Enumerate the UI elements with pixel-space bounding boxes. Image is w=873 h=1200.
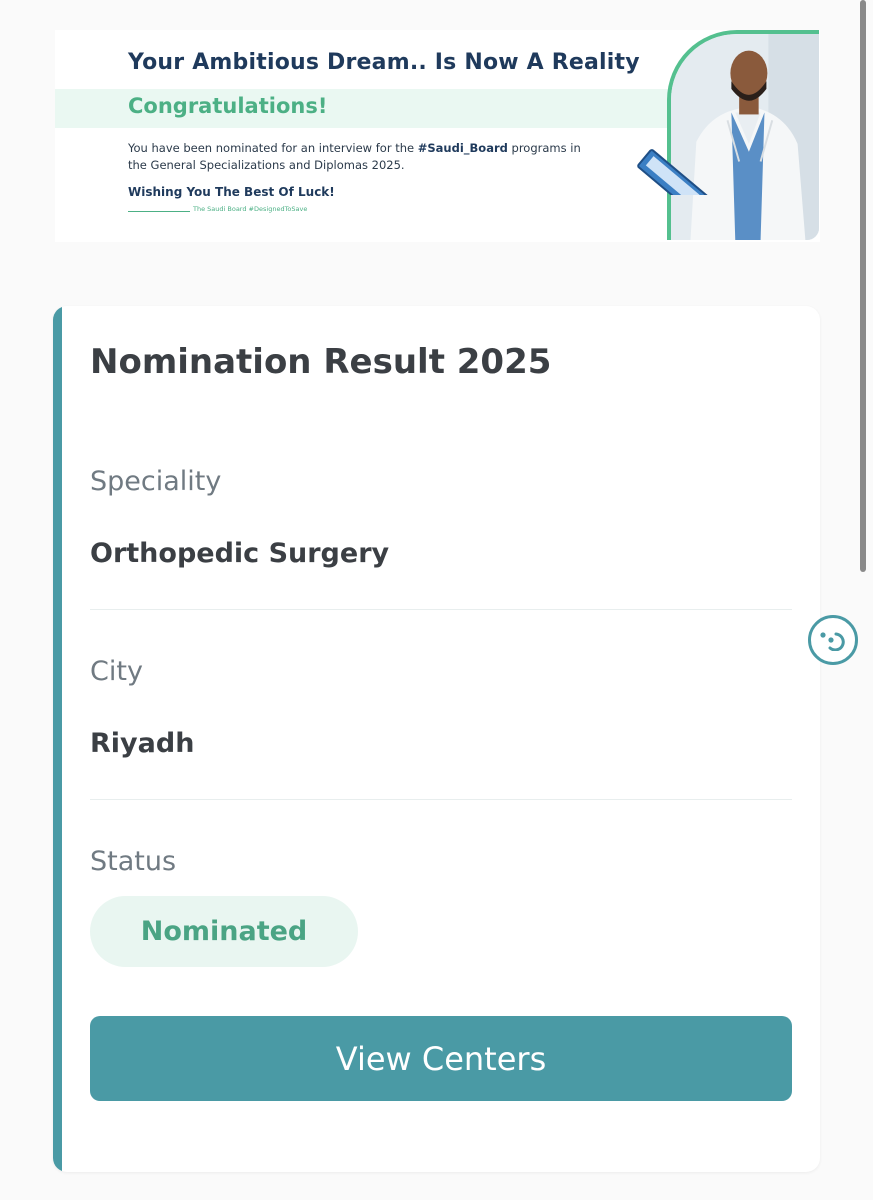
card-title: Nomination Result 2025 <box>90 342 552 382</box>
divider <box>90 609 792 610</box>
speciality-value: Orthopedic Surgery <box>90 538 390 569</box>
city-label: City <box>90 656 143 687</box>
banner-signature: The Saudi Board #DesignedToSave <box>193 205 308 213</box>
view-centers-button[interactable]: View Centers <box>90 1016 792 1101</box>
status-label: Status <box>90 846 177 877</box>
status-badge: Nominated <box>90 896 358 967</box>
clipboard-icon <box>637 149 709 195</box>
accessibility-button[interactable] <box>808 615 858 665</box>
saudi-board-hashtag: #Saudi_Board <box>417 141 508 155</box>
banner-message: You have been nominated for an interview… <box>128 141 581 172</box>
banner-congratulations: Congratulations! <box>128 94 328 118</box>
banner-headline: Your Ambitious Dream.. Is Now A Reality <box>128 50 640 75</box>
card-accent-bar <box>53 306 62 1172</box>
accessibility-icon <box>820 632 845 651</box>
scrollbar[interactable] <box>860 0 866 572</box>
city-value: Riyadh <box>90 728 195 759</box>
congratulations-banner: Your Ambitious Dream.. Is Now A Reality … <box>55 30 820 242</box>
banner-wish: Wishing You The Best Of Luck! <box>128 185 335 199</box>
nomination-result-card: Nomination Result 2025 Speciality Orthop… <box>53 306 820 1172</box>
signature-line <box>128 211 190 212</box>
speciality-label: Speciality <box>90 466 222 497</box>
divider <box>90 799 792 800</box>
